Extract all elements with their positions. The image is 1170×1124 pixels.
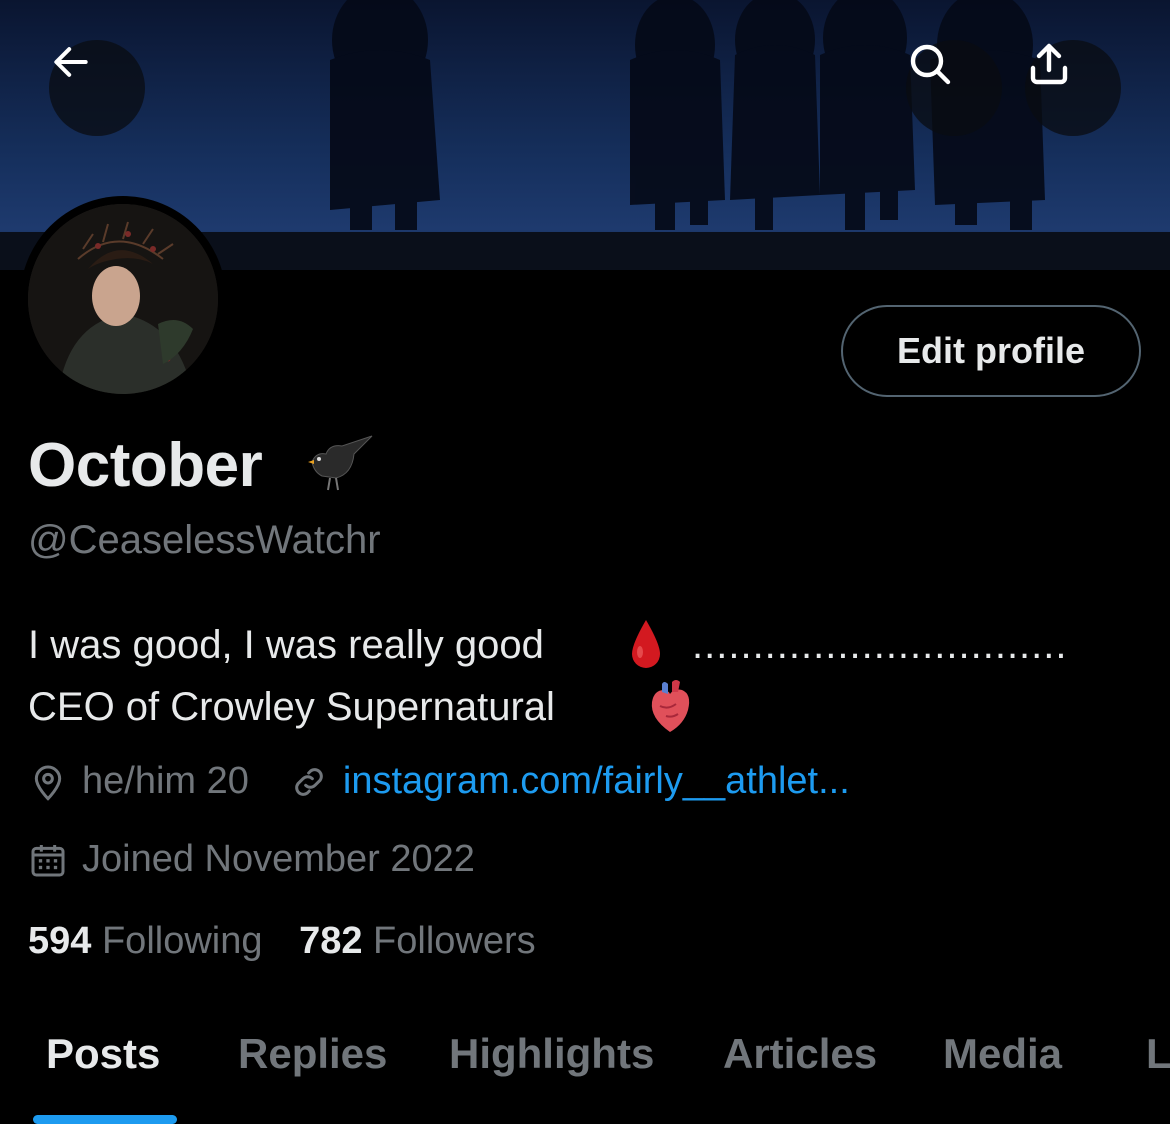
tab-likes[interactable]: L — [1146, 1030, 1170, 1078]
calendar-icon — [28, 840, 68, 880]
link-icon — [289, 762, 329, 802]
anatomical-heart-emoji-icon — [651, 680, 690, 732]
search-icon — [910, 44, 951, 85]
bio-dots: ............................... — [692, 623, 1068, 667]
search-button[interactable] — [906, 40, 1002, 136]
following-count: 594 — [28, 920, 92, 962]
display-name: October — [28, 431, 263, 500]
user-handle: @CeaselessWatchr — [28, 518, 381, 562]
bio-text-1: I was good, I was really good — [28, 623, 544, 667]
avatar-image — [28, 204, 218, 394]
edit-profile-button[interactable]: Edit profile — [841, 305, 1141, 397]
tab-posts[interactable]: Posts — [46, 1030, 160, 1078]
website-link[interactable]: instagram.com/fairly__athlet... — [343, 760, 850, 803]
followers-link[interactable]: 782 Followers — [299, 920, 536, 962]
blackbird-emoji-icon — [302, 432, 374, 501]
arrow-left-icon — [54, 47, 88, 77]
profile-tabs: Posts Replies Highlights Articles Media … — [0, 1030, 1170, 1124]
joined-text: Joined November 2022 — [82, 838, 475, 880]
location-text: he/him 20 — [82, 760, 249, 802]
following-link[interactable]: 594 Following — [28, 920, 273, 962]
followers-count: 782 — [299, 920, 363, 962]
tab-articles[interactable]: Articles — [723, 1030, 877, 1078]
avatar[interactable] — [28, 204, 218, 394]
share-icon — [1030, 43, 1068, 85]
followers-label: Followers — [373, 920, 536, 962]
joined-row: Joined November 2022 — [28, 838, 475, 881]
active-tab-indicator — [33, 1115, 177, 1124]
tab-highlights[interactable]: Highlights — [449, 1030, 654, 1078]
back-button[interactable] — [49, 40, 145, 136]
avatar-frame[interactable] — [20, 196, 226, 402]
drop-of-blood-emoji-icon — [632, 620, 660, 668]
following-label: Following — [101, 920, 263, 962]
profile-bio: I was good, I was really good ..........… — [28, 614, 1128, 738]
location-pin-icon — [28, 762, 68, 802]
bio-line-1: I was good, I was really good ..........… — [28, 614, 1128, 676]
share-button[interactable] — [1025, 40, 1121, 136]
tab-media[interactable]: Media — [943, 1030, 1062, 1078]
bio-text-2: CEO of Crowley Supernatural — [28, 685, 555, 729]
profile-screen: Edit profile October @CeaselessWatchr I … — [0, 0, 1170, 1124]
follow-stats: 594 Following 782 Followers — [28, 920, 536, 963]
profile-meta-row: he/him 20 instagram.com/fairly__athlet..… — [28, 760, 850, 803]
bio-line-2: CEO of Crowley Supernatural — [28, 676, 1128, 738]
tab-replies[interactable]: Replies — [238, 1030, 387, 1078]
